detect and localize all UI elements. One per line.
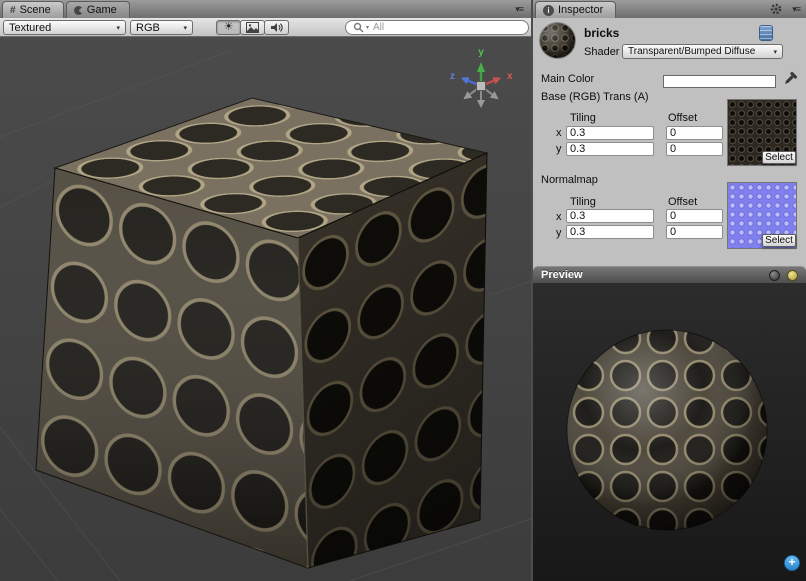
normalmap-offset-y-input[interactable] <box>666 225 723 239</box>
normalmap-tiling-x-input[interactable] <box>566 209 654 223</box>
shader-dropdown[interactable]: Transparent/Bumped Diffuse ▾ <box>622 44 783 59</box>
chevron-down-icon: ▾ <box>116 24 120 32</box>
textured-cube[interactable] <box>36 98 487 568</box>
chevron-down-icon: ▾ <box>773 48 777 56</box>
inspector-menu-icon[interactable]: ▾≡ <box>792 4 800 15</box>
preview-area[interactable]: + <box>533 283 806 581</box>
main-color-swatch[interactable] <box>663 75 776 88</box>
material-name: bricks <box>584 26 619 40</box>
draw-mode-dropdown[interactable]: Textured ▾ <box>3 20 126 35</box>
scene-skybox-toggle[interactable] <box>240 20 265 35</box>
scene-grid-icon: # <box>10 5 16 16</box>
base-section-title: Base (RGB) Trans (A) <box>541 91 649 103</box>
preview-title: Preview <box>541 269 583 281</box>
base-select-button[interactable]: Select <box>762 151 796 164</box>
inspector-tabstrip: i Inspector ▾≡ <box>533 0 806 18</box>
normalmap-select-button[interactable]: Select <box>762 234 796 247</box>
main-color-label: Main Color <box>541 73 594 85</box>
base-offset-header: Offset <box>668 112 697 124</box>
sun-icon: ☀ <box>224 22 234 33</box>
normalmap-offset-x-input[interactable] <box>666 209 723 223</box>
draw-mode-value: Textured <box>9 22 51 34</box>
speaker-icon <box>270 22 283 33</box>
gear-icon[interactable] <box>770 3 782 18</box>
render-mode-value: RGB <box>136 22 160 34</box>
scene-viewport[interactable]: y x z <box>0 37 531 581</box>
game-tab-label: Game <box>87 4 117 16</box>
base-y-label: y <box>556 143 562 155</box>
base-offset-x-input[interactable] <box>666 126 723 140</box>
scene-toolbar: Textured ▾ RGB ▾ ☀ <box>0 18 531 37</box>
image-icon <box>246 22 259 33</box>
unity-editor-window: # Scene Game ▾≡ Textured ▾ RGB ▾ ☀ <box>0 0 806 581</box>
shader-value: Transparent/Bumped Diffuse <box>628 46 755 57</box>
normalmap-x-label: x <box>556 211 562 223</box>
preview-light-button[interactable] <box>787 270 798 281</box>
shader-label: Shader <box>584 46 619 58</box>
gizmo-center-cube[interactable] <box>477 82 486 91</box>
preview-header[interactable]: Preview <box>533 266 806 283</box>
scene-audio-toggle[interactable] <box>264 20 289 35</box>
scene-tab-label: Scene <box>20 4 51 16</box>
material-sphere-icon[interactable] <box>540 23 575 58</box>
scene-tabstrip: # Scene Game ▾≡ <box>0 0 531 18</box>
orientation-gizmo: y x z <box>450 47 513 108</box>
eyedropper-icon[interactable] <box>783 71 798 89</box>
normalmap-y-label: y <box>556 227 562 239</box>
normalmap-offset-header: Offset <box>668 196 697 208</box>
search-input[interactable] <box>371 21 521 34</box>
gizmo-z-label: z <box>450 71 455 82</box>
scene-panel-menu-icon[interactable]: ▾≡ <box>515 4 523 15</box>
normalmap-tiling-y-input[interactable] <box>566 225 654 239</box>
chevron-down-icon: ▾ <box>183 24 187 32</box>
inspector-panel: i Inspector ▾≡ bricks Shader Transparent… <box>533 0 806 581</box>
tab-inspector[interactable]: i Inspector <box>535 1 616 18</box>
render-mode-dropdown[interactable]: RGB ▾ <box>130 20 193 35</box>
tab-scene[interactable]: # Scene <box>2 1 64 18</box>
game-icon <box>74 6 83 15</box>
scene-search-field[interactable]: ▾ <box>345 20 529 35</box>
base-tiling-y-input[interactable] <box>566 142 654 156</box>
gizmo-x-label: x <box>507 71 513 82</box>
normalmap-tiling-header: Tiling <box>570 196 596 208</box>
gizmo-neg-axis[interactable] <box>477 100 485 108</box>
base-tiling-header: Tiling <box>570 112 596 124</box>
help-book-icon[interactable] <box>760 26 772 40</box>
preview-model-button[interactable] <box>769 270 780 281</box>
gizmo-y-axis[interactable]: y <box>477 47 485 86</box>
base-tiling-x-input[interactable] <box>566 126 654 140</box>
preview-add-button[interactable]: + <box>784 555 800 571</box>
tab-game[interactable]: Game <box>66 1 130 18</box>
scene-lighting-toggle[interactable]: ☀ <box>216 20 241 35</box>
search-filter-arrow-icon[interactable]: ▾ <box>366 24 369 31</box>
info-icon: i <box>543 5 554 16</box>
preview-sphere[interactable] <box>533 283 806 581</box>
base-offset-y-input[interactable] <box>666 142 723 156</box>
normalmap-section-title: Normalmap <box>541 174 598 186</box>
inspector-tab-label: Inspector <box>558 4 603 16</box>
search-icon <box>353 22 364 33</box>
gizmo-y-label: y <box>478 47 484 58</box>
base-x-label: x <box>556 127 562 139</box>
